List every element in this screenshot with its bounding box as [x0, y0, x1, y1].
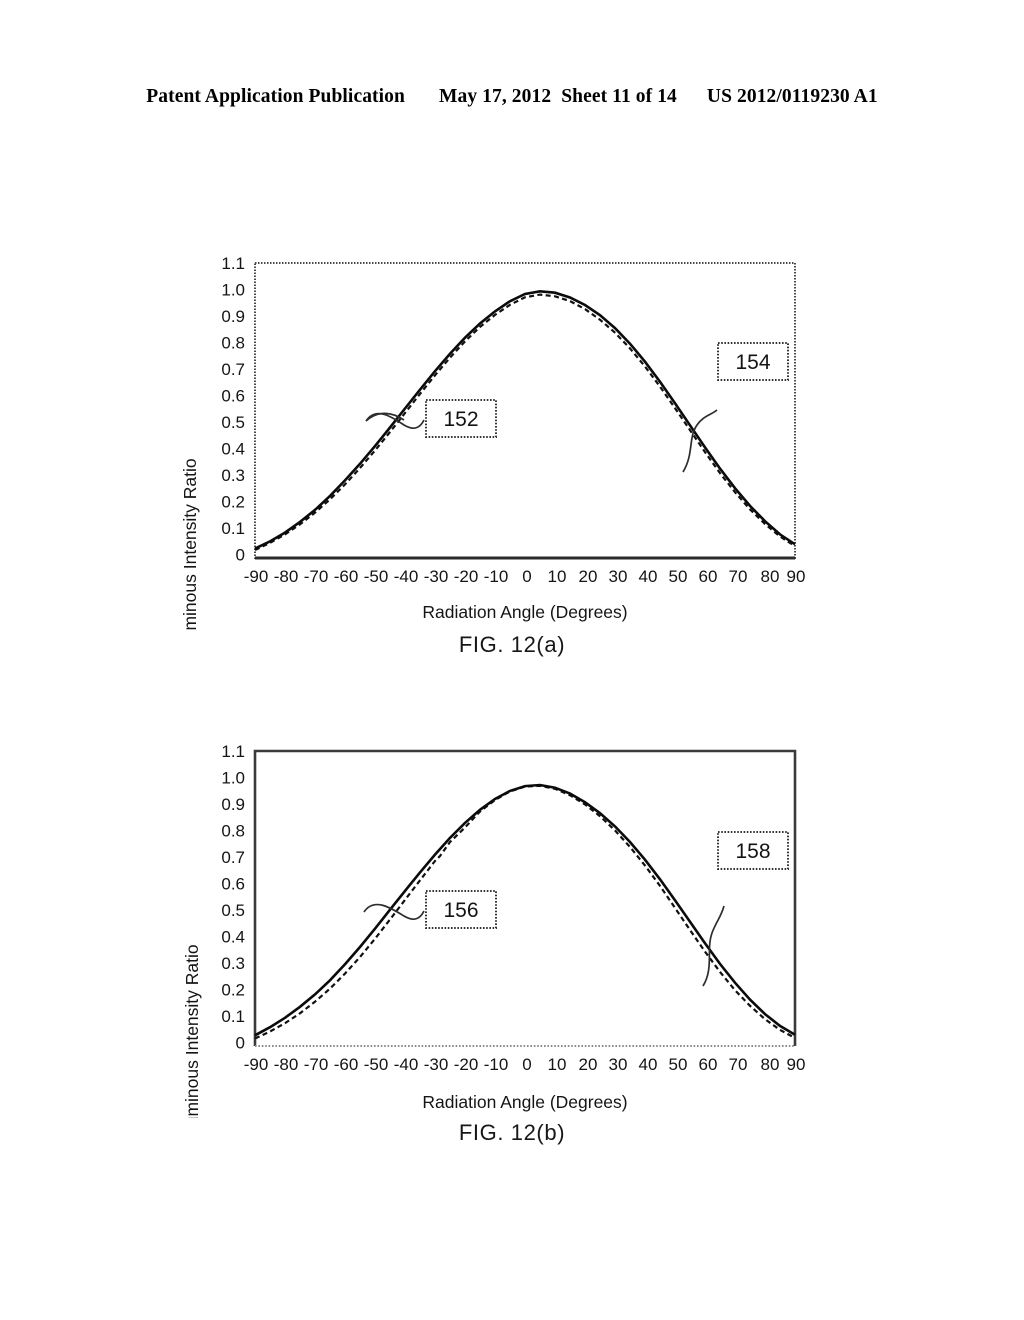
figure-12b-caption: FIG. 12(b) — [458, 1120, 566, 1145]
x-tick-label: -60 — [334, 1055, 359, 1074]
y-tick-label: 0.6 — [221, 875, 245, 894]
y-tick-label: 0.3 — [221, 466, 245, 485]
plot-frame-a — [254, 262, 796, 559]
x-tick-label: -90 — [244, 1055, 269, 1074]
chart-12b-svg: Luminous Intensity Ratio 1.1 1.0 0.9 0.8… — [182, 742, 806, 1118]
y-tick-label: 0.6 — [221, 387, 245, 406]
x-tick-label: 70 — [729, 1055, 748, 1074]
x-tick-label: -90 — [244, 567, 269, 586]
sheet-number: Sheet 11 of 14 — [561, 86, 677, 107]
document-number: US 2012/0119230 A1 — [706, 86, 878, 107]
x-tick-label: 20 — [579, 567, 598, 586]
figure-12a-caption: FIG. 12(a) — [458, 632, 566, 657]
x-tick-label: -70 — [304, 1055, 329, 1074]
solid-curve-a — [254, 289, 796, 550]
figure-12a: Luminous Intensity Ratio 1.1 1.0 0.9 0.8… — [0, 240, 1024, 658]
y-tick-label: 1.0 — [221, 281, 245, 300]
y-tick-label: 0.8 — [221, 822, 245, 841]
x-tick-label: 60 — [699, 567, 718, 586]
y-tick-label: 1.0 — [221, 769, 245, 788]
x-tick-label: -10 — [484, 567, 509, 586]
y-tick-label: 0.8 — [221, 334, 245, 353]
x-tick-label: 60 — [699, 1055, 718, 1074]
x-tick-label: 0 — [522, 1055, 531, 1074]
y-tick-label: 0.1 — [221, 519, 245, 538]
y-tick-label: 0.7 — [221, 360, 245, 379]
chart-12b: Luminous Intensity Ratio 1.1 1.0 0.9 0.8… — [0, 728, 1024, 1118]
x-axis-title-b: Radiation Angle (Degrees) — [422, 1092, 627, 1112]
chart-12a: Luminous Intensity Ratio 1.1 1.0 0.9 0.8… — [0, 240, 1024, 630]
x-tick-label: -30 — [424, 1055, 449, 1074]
y-tick-label: 0 — [236, 1034, 245, 1053]
x-tick-label: 10 — [548, 567, 567, 586]
x-tick-label: -50 — [364, 567, 389, 586]
x-tick-label: 70 — [729, 567, 748, 586]
y-tick-label: 0.3 — [221, 954, 245, 973]
x-tick-labels-b: -90 -80 -70 -60 -50 -40 -30 -20 -10 0 10… — [244, 1055, 806, 1074]
x-tick-label: 30 — [609, 1055, 628, 1074]
x-tick-label: 40 — [639, 1055, 658, 1074]
y-tick-label: 0.1 — [221, 1007, 245, 1026]
x-tick-label: -20 — [454, 567, 479, 586]
x-tick-label: 50 — [669, 1055, 688, 1074]
callout-154-label: 154 — [735, 351, 770, 374]
y-tick-labels-b: 1.1 1.0 0.9 0.8 0.7 0.6 0.5 0.4 0.3 0.2 … — [221, 742, 245, 1053]
x-tick-label: 50 — [669, 567, 688, 586]
x-tick-labels-a: -90 -80 -70 -60 -50 -40 -30 -20 -10 0 10… — [244, 567, 806, 586]
patent-header: Patent Application Publication May 17, 20… — [0, 86, 1024, 108]
x-tick-label: 30 — [609, 567, 628, 586]
publication-label: Patent Application Publication — [146, 86, 405, 107]
x-tick-label: -80 — [274, 567, 299, 586]
y-tick-labels-a: 1.1 1.0 0.9 0.8 0.7 0.6 0.5 0.4 0.3 0.2 … — [221, 254, 245, 565]
figure-12b: Luminous Intensity Ratio 1.1 1.0 0.9 0.8… — [0, 728, 1024, 1146]
x-tick-label: 40 — [639, 567, 658, 586]
x-tick-label: -10 — [484, 1055, 509, 1074]
x-tick-label: 90 — [787, 1055, 806, 1074]
dashed-curve-b — [254, 784, 796, 1040]
plot-frame-b — [253, 749, 797, 1046]
x-tick-label: 10 — [548, 1055, 567, 1074]
y-tick-label: 0.9 — [221, 795, 245, 814]
y-tick-label: 0.5 — [221, 901, 245, 920]
y-axis-title-b: Luminous Intensity Ratio — [182, 944, 202, 1118]
x-tick-label: 80 — [761, 1055, 780, 1074]
x-tick-label: -40 — [394, 1055, 419, 1074]
x-axis-title-a: Radiation Angle (Degrees) — [422, 602, 627, 622]
callout-152-label: 152 — [443, 408, 478, 431]
x-tick-label: -30 — [424, 567, 449, 586]
y-tick-label: 0.9 — [221, 307, 245, 326]
y-tick-label: 0 — [236, 546, 245, 565]
x-tick-label: 90 — [787, 567, 806, 586]
x-tick-label: -70 — [304, 567, 329, 586]
x-tick-label: -80 — [274, 1055, 299, 1074]
y-tick-label: 1.1 — [221, 742, 245, 761]
y-tick-label: 0.5 — [221, 413, 245, 432]
callout-154: 154 — [682, 342, 789, 473]
x-tick-label: 0 — [522, 567, 531, 586]
x-tick-label: 20 — [579, 1055, 598, 1074]
dashed-curve-a — [254, 293, 796, 551]
solid-curve-b — [254, 783, 796, 1037]
y-tick-label: 0.4 — [221, 928, 245, 947]
callout-158-label: 158 — [735, 840, 770, 863]
y-tick-label: 0.4 — [221, 440, 245, 459]
x-tick-label: 80 — [761, 567, 780, 586]
y-tick-label: 0.2 — [221, 981, 245, 1000]
callout-156-label: 156 — [443, 899, 478, 922]
publication-date: May 17, 2012 — [438, 86, 552, 107]
x-tick-label: -50 — [364, 1055, 389, 1074]
y-tick-label: 0.2 — [221, 493, 245, 512]
chart-12a-svg: Luminous Intensity Ratio 1.1 1.0 0.9 0.8… — [180, 254, 806, 630]
x-tick-label: -60 — [334, 567, 359, 586]
x-tick-label: -20 — [454, 1055, 479, 1074]
x-tick-label: -40 — [394, 567, 419, 586]
callout-158: 158 — [702, 831, 789, 987]
y-tick-label: 1.1 — [221, 254, 245, 273]
y-tick-label: 0.7 — [221, 848, 245, 867]
callout-156: 156 — [363, 890, 497, 929]
y-axis-title-a: Luminous Intensity Ratio — [180, 458, 200, 630]
